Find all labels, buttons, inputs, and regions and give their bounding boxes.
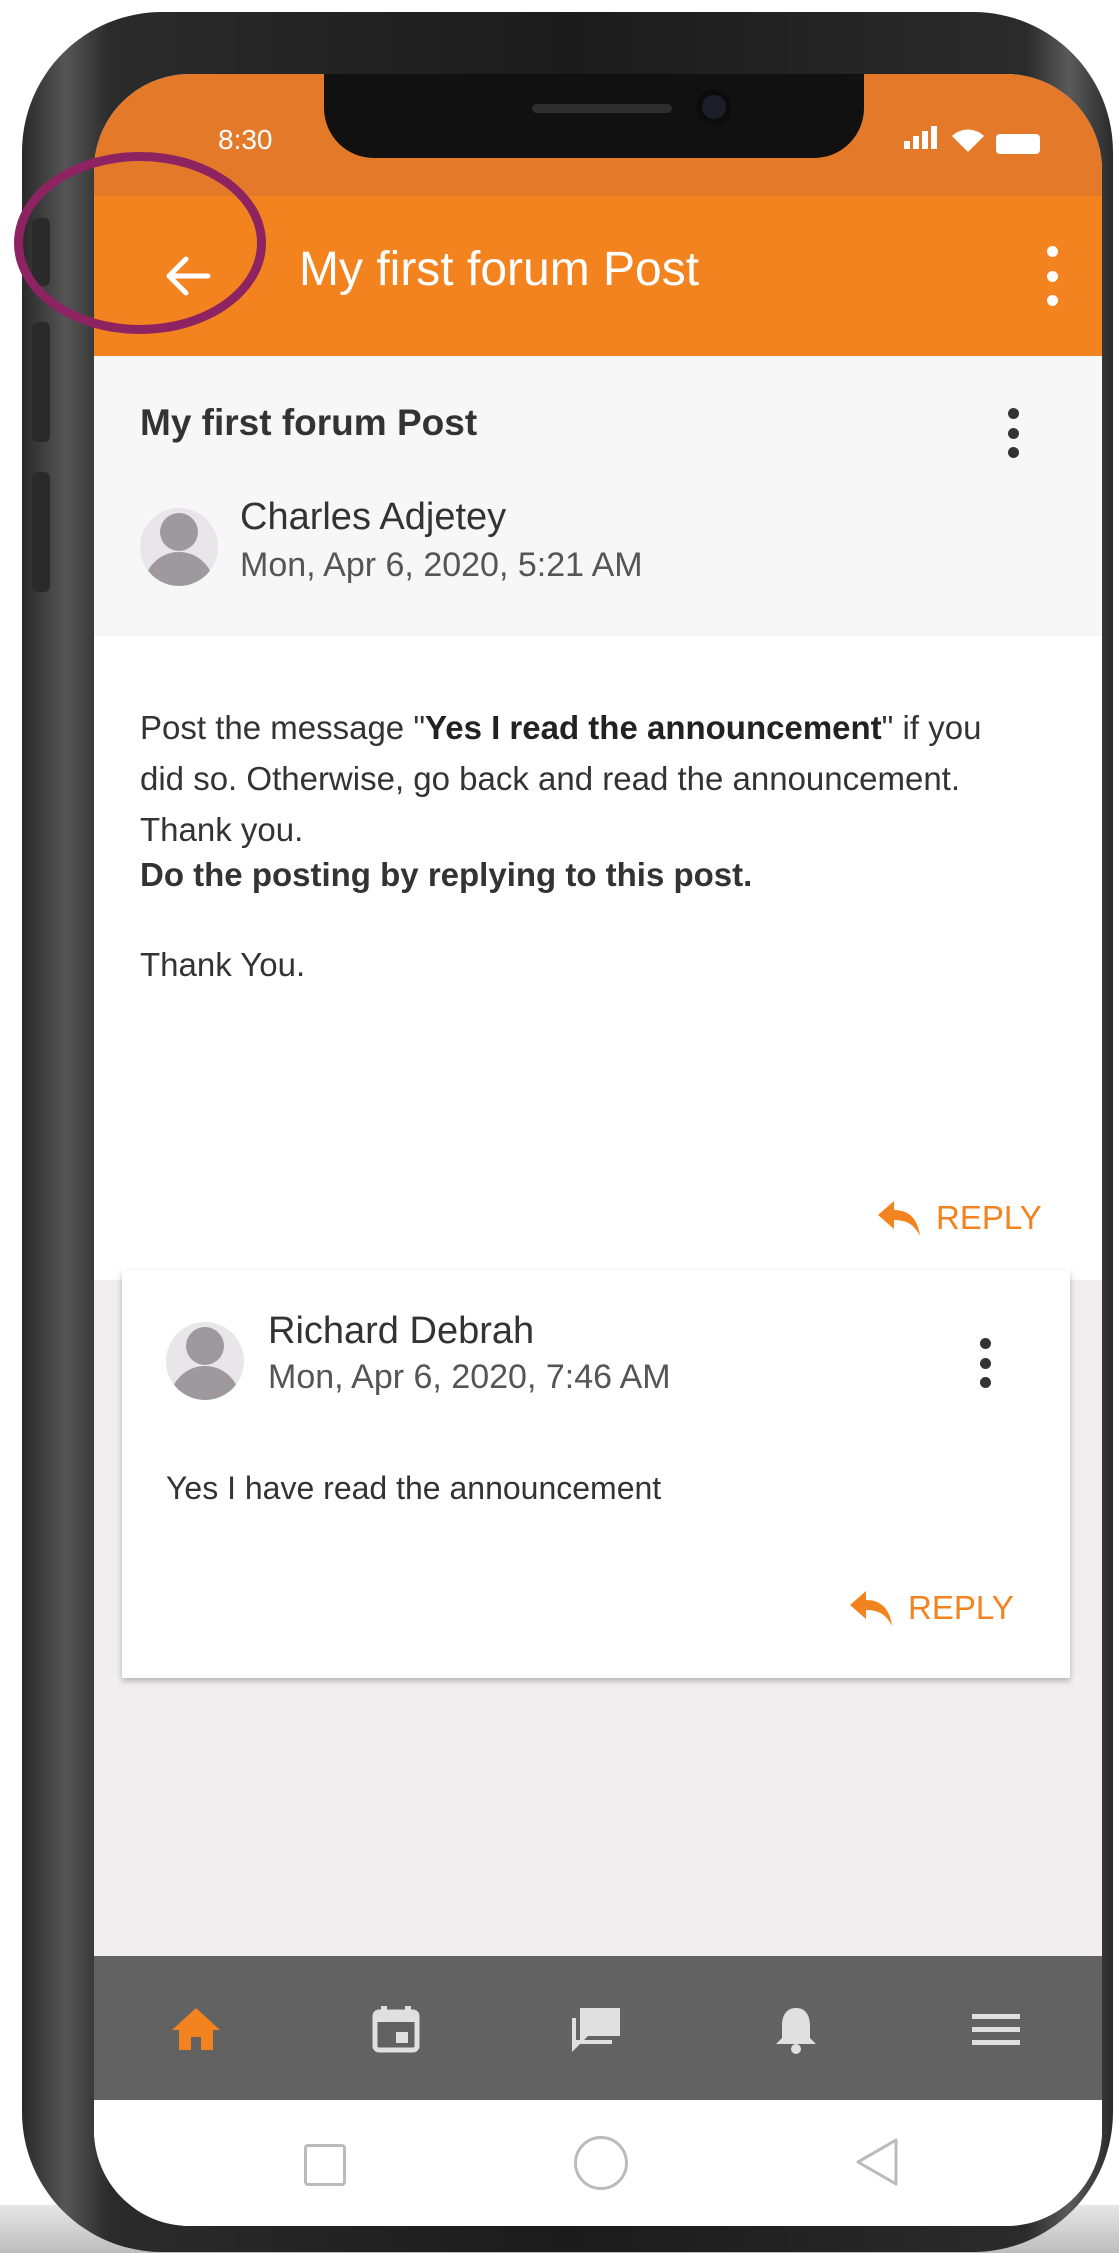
front-camera <box>696 89 732 125</box>
home-icon[interactable] <box>168 2004 224 2054</box>
signal-icon <box>904 126 940 154</box>
post-author: Charles Adjetey <box>240 496 507 538</box>
reply-author: Richard Debrah <box>268 1310 535 1352</box>
status-icons <box>904 126 1040 154</box>
system-navigation-bar <box>94 2100 1102 2226</box>
menu-icon[interactable] <box>968 2004 1024 2054</box>
highlight-circle <box>14 152 266 334</box>
post-body: Post the message "Yes I read the announc… <box>94 636 1102 1280</box>
forum-icon[interactable] <box>568 2004 624 2054</box>
battery-icon <box>996 134 1040 154</box>
app-bar-title: My first forum Post <box>299 243 700 296</box>
status-time: 8:30 <box>218 124 273 155</box>
wifi-icon <box>952 129 984 152</box>
reply-card-reply-label: REPLY <box>908 1589 1014 1626</box>
reply-author-avatar <box>166 1322 244 1400</box>
reply-icon <box>878 1201 920 1236</box>
camera-notch <box>324 74 864 158</box>
bottom-navigation <box>94 1956 1102 2100</box>
volume-up-button <box>32 322 50 442</box>
post-title: My first forum Post <box>140 402 478 443</box>
volume-down-button <box>32 472 50 592</box>
post-reply-label: REPLY <box>936 1199 1042 1236</box>
bell-icon[interactable] <box>768 2004 824 2054</box>
reply-date: Mon, Apr 6, 2020, 7:46 AM <box>268 1358 671 1396</box>
system-back-icon[interactable] <box>852 2136 900 2188</box>
post-more-icon[interactable] <box>1006 408 1020 458</box>
post-reply-button[interactable]: REPLY <box>876 1198 1042 1238</box>
app-bar-more-icon[interactable] <box>1042 246 1062 306</box>
reply-text: Yes I have read the announcement <box>166 1470 662 1506</box>
reply-icon <box>850 1591 892 1626</box>
speaker-grille <box>532 104 672 113</box>
post-header: My first forum Post Charles Adjetey Mon,… <box>94 356 1102 636</box>
phone-screen: 8:30 My first forum Post My first forum … <box>94 74 1102 2226</box>
author-avatar <box>140 508 218 586</box>
post-message-bold: Yes I read the announcement <box>425 709 882 746</box>
post-date: Mon, Apr 6, 2020, 5:21 AM <box>240 546 643 584</box>
post-message: Post the message "Yes I read the announc… <box>140 709 982 848</box>
calendar-icon[interactable] <box>368 2004 424 2054</box>
phone-frame: 8:30 My first forum Post My first forum … <box>22 12 1113 2252</box>
reply-more-icon[interactable] <box>978 1338 992 1388</box>
recent-apps-icon[interactable] <box>304 2144 346 2186</box>
home-button-icon[interactable] <box>574 2136 628 2190</box>
post-instruction: Do the posting by replying to this post. <box>140 856 753 893</box>
reply-card: Richard Debrah Mon, Apr 6, 2020, 7:46 AM… <box>122 1270 1070 1678</box>
post-closing: Thank You. <box>140 946 306 983</box>
reply-card-reply-button[interactable]: REPLY <box>848 1588 1014 1628</box>
